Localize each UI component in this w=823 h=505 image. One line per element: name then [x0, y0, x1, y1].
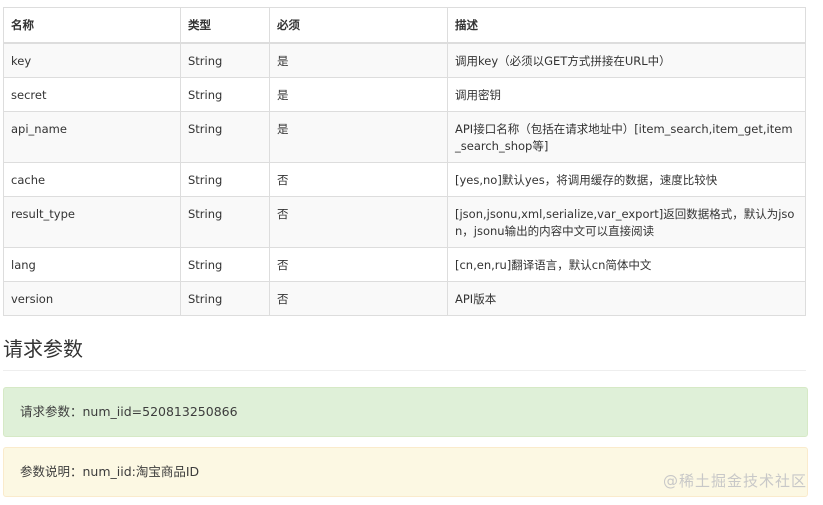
table-row: lang String 否 [cn,en,ru]翻译语言，默认cn简体中文: [3, 247, 806, 282]
table-header-row: 名称 类型 必须 描述: [3, 7, 806, 44]
param-required: 否: [269, 247, 448, 282]
param-description: 调用密钥: [447, 77, 806, 112]
param-required: 是: [269, 77, 448, 112]
param-type: String: [180, 111, 270, 163]
table-row: result_type String 否 [json,jsonu,xml,ser…: [3, 196, 806, 248]
table-row: api_name String 是 API接口名称（包括在请求地址中）[item…: [3, 111, 806, 163]
header-name: 名称: [3, 7, 181, 44]
param-name: key: [3, 42, 181, 78]
param-name: version: [3, 281, 181, 316]
request-params-box: 请求参数：num_iid=520813250866: [3, 387, 808, 437]
header-type: 类型: [180, 7, 270, 44]
param-description: [cn,en,ru]翻译语言，默认cn简体中文: [447, 247, 806, 282]
param-type: String: [180, 281, 270, 316]
param-description: API版本: [447, 281, 806, 316]
param-name: result_type: [3, 196, 181, 248]
header-description: 描述: [447, 7, 806, 44]
table-row: secret String 是 调用密钥: [3, 77, 806, 112]
param-required: 否: [269, 281, 448, 316]
section-title: 请求参数: [3, 336, 806, 371]
table-row: cache String 否 [yes,no]默认yes，将调用缓存的数据，速度…: [3, 162, 806, 197]
param-description: API接口名称（包括在请求地址中）[item_search,item_get,i…: [447, 111, 806, 163]
param-type: String: [180, 247, 270, 282]
param-name: cache: [3, 162, 181, 197]
param-type: String: [180, 196, 270, 248]
param-required: 是: [269, 111, 448, 163]
watermark: @稀土掘金技术社区: [662, 472, 807, 490]
param-description: [json,jsonu,xml,serialize,var_export]返回数…: [447, 196, 806, 248]
header-required: 必须: [269, 7, 448, 44]
param-type: String: [180, 162, 270, 197]
parameters-table: 名称 类型 必须 描述 key String 是 调用key（必须以GET方式拼…: [3, 7, 806, 316]
param-name: lang: [3, 247, 181, 282]
param-required: 否: [269, 196, 448, 248]
table-row: version String 否 API版本: [3, 281, 806, 316]
param-type: String: [180, 42, 270, 78]
param-description: [yes,no]默认yes，将调用缓存的数据，速度比较快: [447, 162, 806, 197]
param-name: api_name: [3, 111, 181, 163]
table-row: key String 是 调用key（必须以GET方式拼接在URL中）: [3, 42, 806, 78]
param-type: String: [180, 77, 270, 112]
param-description: 调用key（必须以GET方式拼接在URL中）: [447, 42, 806, 78]
param-name: secret: [3, 77, 181, 112]
param-required: 是: [269, 42, 448, 78]
param-required: 否: [269, 162, 448, 197]
